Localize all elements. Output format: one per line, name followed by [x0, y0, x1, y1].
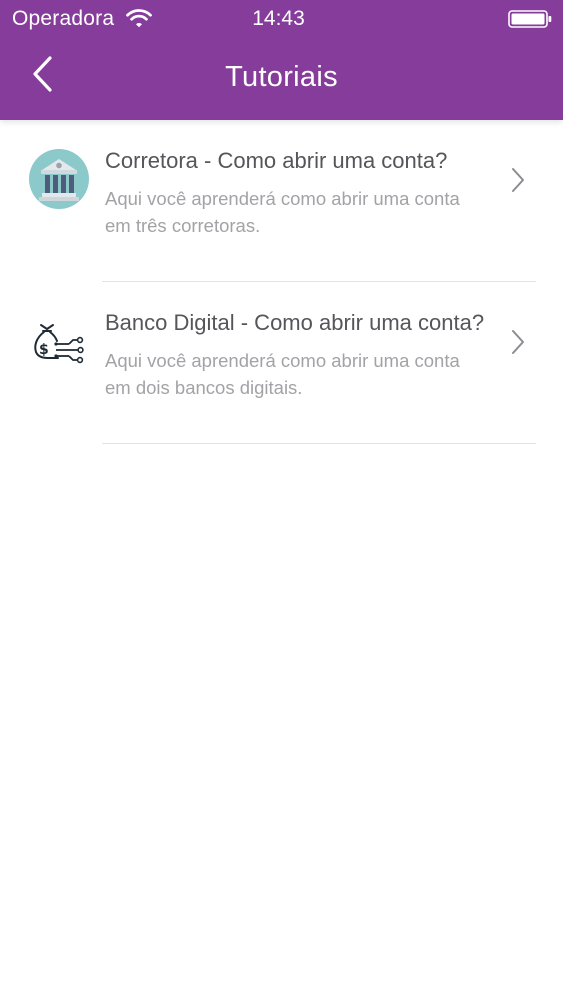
tutorial-description: Aqui você aprenderá como abrir uma conta… — [105, 350, 460, 398]
tutorial-text: Corretora - Como abrir uma conta? Aqui v… — [105, 146, 485, 239]
bank-icon — [29, 149, 89, 209]
tutorial-item-corretora[interactable]: Corretora - Como abrir uma conta? Aqui v… — [0, 120, 563, 282]
status-time: 14:43 — [252, 7, 305, 30]
chevron-right-icon — [512, 330, 524, 354]
status-bar: Operadora 14:43 — [0, 0, 563, 38]
divider — [102, 443, 536, 444]
page-title: Tutoriais — [225, 61, 338, 93]
money-bag-digital-icon: $ — [34, 324, 84, 364]
navigation-bar: Tutoriais — [0, 38, 563, 120]
top-bar: Operadora 14:43 Tutoriais — [0, 0, 563, 120]
tutorial-list: Corretora - Como abrir uma conta? Aqui v… — [0, 120, 563, 444]
chevron-right-icon — [512, 168, 524, 192]
battery-icon — [508, 10, 552, 28]
tutorial-text: Banco Digital - Como abrir uma conta? Aq… — [105, 308, 485, 401]
tutorial-description: Aqui você aprenderá como abrir uma conta… — [105, 188, 460, 236]
tutorial-title: Corretora - Como abrir uma conta? — [105, 148, 448, 173]
svg-text:$: $ — [39, 342, 49, 358]
tutorial-item-banco-digital[interactable]: $ Banco Digital - Como abrir uma conta? … — [0, 282, 563, 444]
tutorial-title: Banco Digital - Como abrir uma conta? — [105, 310, 485, 335]
